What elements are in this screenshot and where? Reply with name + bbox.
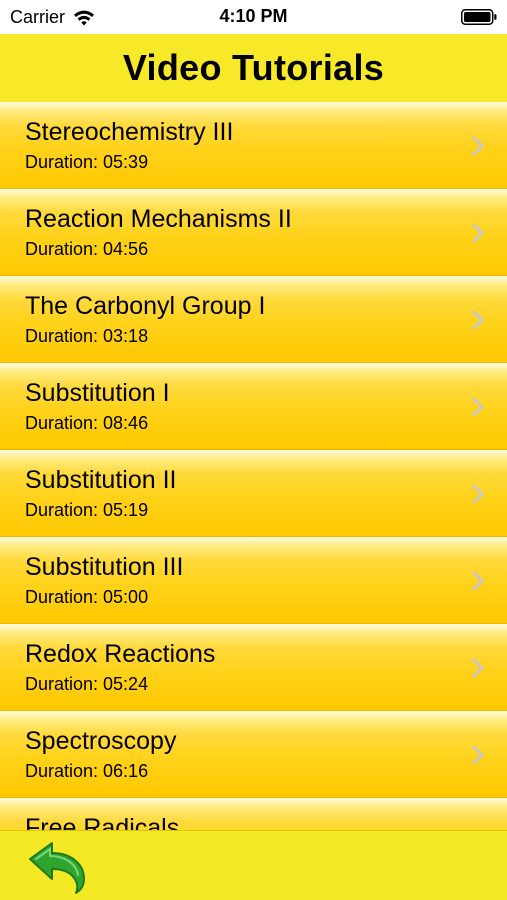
chevron-right-icon [472,136,484,156]
status-time: 4:10 PM [219,6,288,26]
chevron-right-icon [472,484,484,504]
battery-icon [461,9,497,25]
tutorial-duration: Duration: 05:24 [25,674,149,694]
tutorial-row[interactable]: Free Radicals [0,798,507,830]
back-arrow-icon [29,842,85,894]
tutorial-duration: Duration: 05:19 [25,500,149,520]
chevron-right-icon [472,745,484,765]
tutorial-duration: Duration: 08:46 [25,413,149,433]
tutorial-row[interactable]: Substitution I Duration: 08:46 [0,363,507,450]
tutorial-title: Free Radicals [25,814,180,830]
tutorial-title: Spectroscopy [25,727,177,755]
tutorial-duration: Duration: 05:39 [25,152,149,172]
tutorial-list[interactable]: Stereochemistry III Duration: 05:39 Reac… [0,102,507,830]
chevron-right-icon [472,223,484,243]
chevron-right-icon [472,397,484,417]
tutorial-row[interactable]: Substitution III Duration: 05:00 [0,537,507,624]
navigation-header: Video Tutorials [0,34,507,102]
tutorial-row[interactable]: Substitution II Duration: 05:19 [0,450,507,537]
tutorial-title: Substitution III [25,553,184,581]
page-title: Video Tutorials [122,47,385,88]
tutorial-duration: Duration: 06:16 [25,761,149,781]
app-screen: Carrier 4:10 PM Video Tutorials Stereoch… [0,0,507,900]
bottom-toolbar [0,830,507,900]
tutorial-title: Substitution II [25,466,177,494]
tutorial-title: The Carbonyl Group I [25,292,266,320]
chevron-right-icon [472,310,484,330]
tutorial-duration: Duration: 05:00 [25,587,149,607]
tutorial-title: Redox Reactions [25,640,216,668]
tutorial-row[interactable]: Stereochemistry III Duration: 05:39 [0,102,507,189]
chevron-right-icon [472,571,484,591]
chevron-right-icon [472,658,484,678]
tutorial-row[interactable]: Spectroscopy Duration: 06:16 [0,711,507,798]
status-bar: Carrier 4:10 PM [0,0,507,34]
tutorial-duration: Duration: 04:56 [25,239,149,259]
tutorial-title: Reaction Mechanisms II [25,205,292,233]
tutorial-title: Stereochemistry III [25,118,234,146]
tutorial-title: Substitution I [25,379,170,407]
tutorial-row[interactable]: The Carbonyl Group I Duration: 03:18 [0,276,507,363]
tutorial-row[interactable]: Reaction Mechanisms II Duration: 04:56 [0,189,507,276]
back-button[interactable] [26,839,90,895]
tutorial-duration: Duration: 03:18 [25,326,149,346]
tutorial-row[interactable]: Redox Reactions Duration: 05:24 [0,624,507,711]
